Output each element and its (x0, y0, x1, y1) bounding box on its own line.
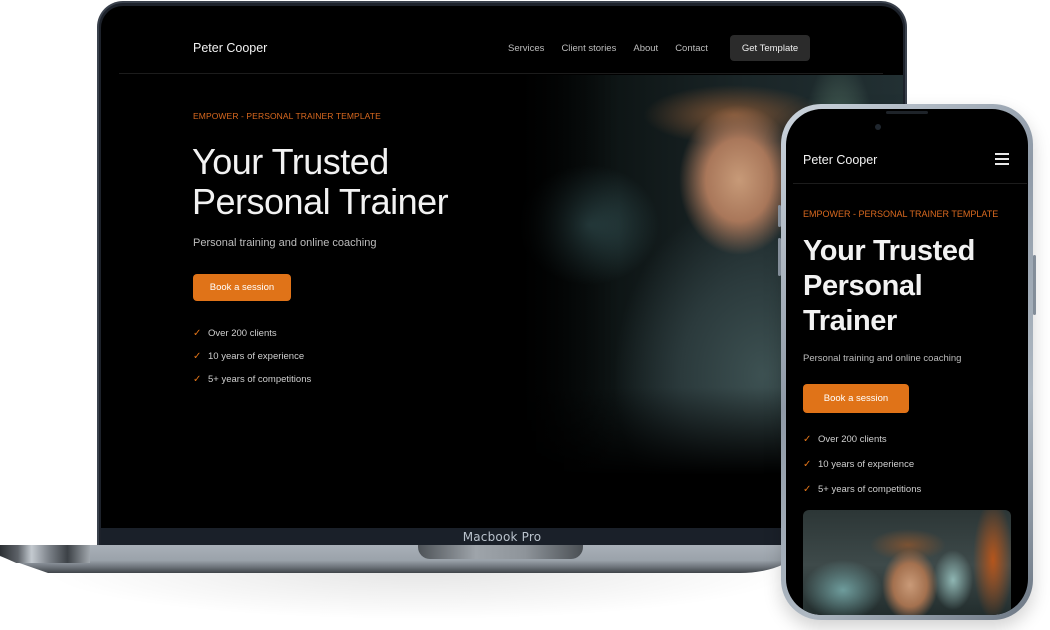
highlight-item: ✓ Over 200 clients (193, 322, 311, 345)
nav-link-about[interactable]: About (633, 43, 658, 54)
check-icon: ✓ (193, 374, 202, 385)
phone-frame: Peter Cooper EMPOWER - PERSONAL TRAINER … (781, 104, 1033, 620)
phone-screen: Peter Cooper EMPOWER - PERSONAL TRAINER … (786, 109, 1028, 615)
laptop-hinge-notch (418, 545, 583, 559)
check-icon: ✓ (803, 484, 812, 495)
mobile-book-session-button[interactable]: Book a session (803, 384, 909, 413)
highlight-item: ✓ 5+ years of competitions (193, 368, 311, 391)
highlight-text: 5+ years of competitions (208, 374, 312, 385)
nav-link-contact[interactable]: Contact (675, 43, 708, 54)
highlight-text: 10 years of experience (208, 351, 305, 362)
mobile-brand-logo[interactable]: Peter Cooper (803, 153, 877, 167)
check-icon: ✓ (803, 459, 812, 470)
hamburger-menu-icon[interactable] (995, 153, 1009, 165)
nav-links: Services Client stories About Contact (508, 43, 708, 54)
hero-subtitle: Personal training and online coaching (193, 237, 377, 249)
highlight-text: Over 200 clients (208, 328, 277, 339)
nav-link-services[interactable]: Services (508, 43, 544, 54)
brand-logo[interactable]: Peter Cooper (193, 41, 267, 55)
highlight-item: ✓ 10 years of experience (193, 345, 311, 368)
hero-eyebrow: EMPOWER - PERSONAL TRAINER TEMPLATE (193, 111, 381, 121)
mobile-hero-trainer-photo (803, 510, 1011, 615)
phone-speaker (886, 111, 928, 114)
mobile-hero-title-line: Trainer (803, 305, 897, 337)
mobile-hero-title: Your Trusted Personal Trainer (803, 234, 1013, 339)
check-icon: ✓ (193, 328, 202, 339)
book-session-button[interactable]: Book a session (193, 274, 291, 301)
laptop-base-edge (0, 545, 90, 563)
check-icon: ✓ (193, 351, 202, 362)
hero-title: Your Trusted Personal Trainer (192, 142, 512, 222)
check-icon: ✓ (803, 434, 812, 445)
laptop-model-label: Macbook Pro (462, 529, 542, 544)
laptop-base (0, 545, 800, 573)
get-template-button[interactable]: Get Template (730, 35, 810, 61)
mobile-highlight-item: ✓ Over 200 clients (803, 427, 921, 452)
laptop-shadow (40, 570, 800, 620)
phone-camera (875, 124, 881, 130)
laptop-navbar: Peter Cooper Services Client stories Abo… (101, 6, 903, 75)
highlight-text: Over 200 clients (818, 434, 887, 445)
mobile-hero-subtitle: Personal training and online coaching (803, 353, 962, 364)
nav-divider (119, 73, 883, 74)
mobile-highlight-item: ✓ 10 years of experience (803, 452, 921, 477)
hero-title-line: Your Trusted (192, 141, 389, 182)
mobile-hero-title-line: Personal (803, 270, 923, 302)
mobile-highlights-list: ✓ Over 200 clients ✓ 10 years of experie… (803, 427, 921, 502)
mobile-hero-title-line: Your Trusted (803, 235, 975, 267)
highlights-list: ✓ Over 200 clients ✓ 10 years of experie… (193, 322, 311, 391)
highlight-text: 10 years of experience (818, 459, 915, 470)
highlight-text: 5+ years of competitions (818, 484, 922, 495)
nav-link-client-stories[interactable]: Client stories (561, 43, 616, 54)
mobile-hero-eyebrow: EMPOWER - PERSONAL TRAINER TEMPLATE (803, 209, 999, 219)
mobile-highlight-item: ✓ 5+ years of competitions (803, 477, 921, 502)
hero-title-line: Personal Trainer (192, 181, 449, 222)
phone-power-button (1033, 255, 1036, 315)
mobile-nav-divider (793, 183, 1027, 184)
